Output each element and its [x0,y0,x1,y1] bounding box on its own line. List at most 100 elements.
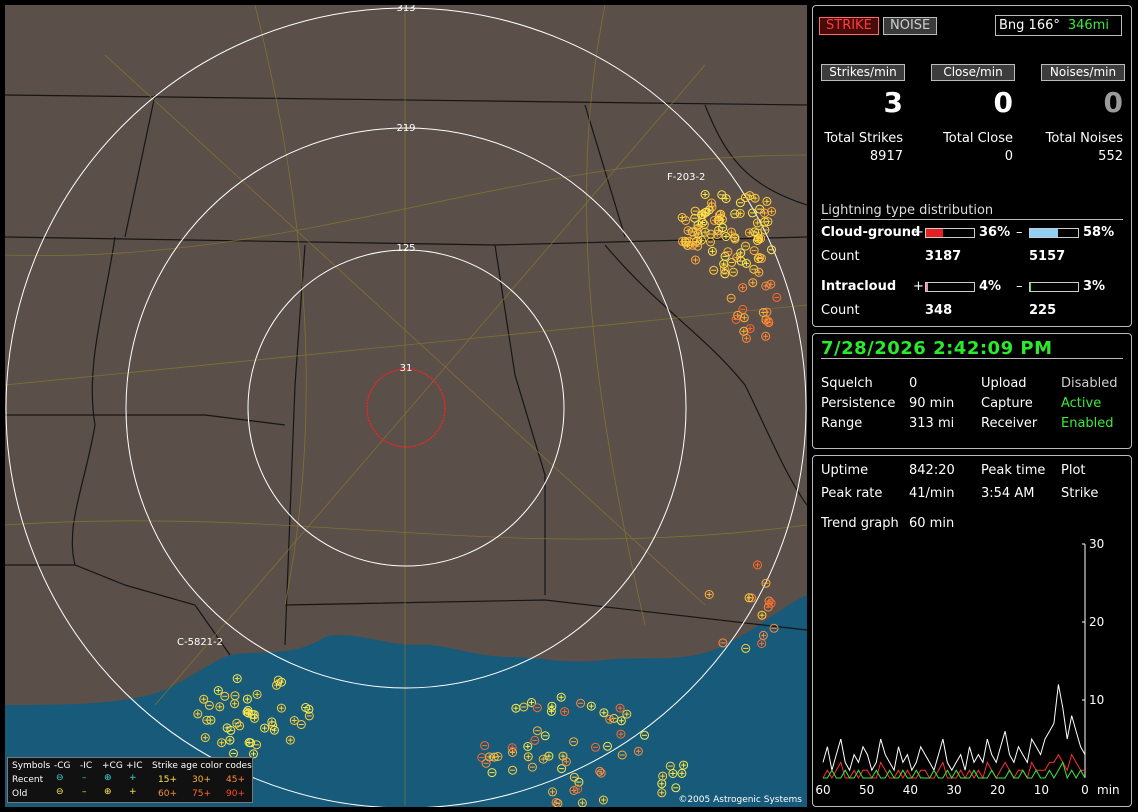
distance-value: 346mi [1067,18,1109,33]
distribution-divider [821,219,1123,220]
trend-x-tick-label: 20 [990,783,1005,797]
total-close-value: 0 [1004,149,1013,164]
total-close-label: Total Close [943,131,1013,146]
trend-x-tick-label: 30 [946,783,961,797]
cg-count-label: Count [821,249,860,264]
status-panel: STRIKE NOISE Bng 166° 346mi Strikes/min C… [812,5,1132,327]
legend-header-neg-ic: -IC [80,761,93,771]
strike-marker-sign [723,234,729,239]
cg-negative-bar [1029,228,1079,238]
noises-per-min-value: 0 [1103,86,1123,119]
peak-rate-label: Peak rate [821,486,883,501]
range-label: Range [821,416,863,431]
ic-negative-count: 225 [1029,303,1057,318]
cg-negative-sign: – [1016,225,1023,240]
plot-value[interactable]: Strike [1061,486,1098,501]
storm-label-f203[interactable]: F-203-2 [667,172,705,183]
range-label-219: 219 [396,123,415,134]
close-per-min-label: Close/min [931,64,1015,81]
noise-mode-button[interactable]: NOISE [883,17,938,35]
strike-map[interactable]: 313 219 125 31 F-203-2 C-5821-2 ©2005 As… [5,5,807,807]
current-datetime: 7/28/2026 2:42:09 PM [821,338,1053,359]
strike-marker-sign [741,328,747,334]
squelch-label: Squelch [821,376,873,391]
capture-value: Active [1061,396,1102,411]
receiver-value: Enabled [1061,416,1114,431]
strike-mode-button[interactable]: STRIKE [819,17,879,35]
ic-positive-bar [925,282,975,292]
intracloud-label: Intracloud [821,279,897,294]
strike-marker-sign [723,196,729,202]
settings-panel: 7/28/2026 2:42:09 PM Squelch 0 Persisten… [812,333,1132,449]
strike-marker-sign [769,209,775,214]
trend-graph-value[interactable]: 60 min [909,516,954,531]
legend-age-60: 60+ [158,789,177,799]
legend-header-pos-cg: +CG [102,761,123,771]
noises-per-min-label: Noises/min [1041,64,1125,81]
ic-positive-sign: + [913,279,924,294]
uptime-label: Uptime [821,463,869,478]
legend-symbols-label: Symbols [12,761,51,771]
cg-positive-bar [925,228,975,238]
stats-panel: Uptime 842:20 Peak time Plot Peak rate 4… [812,455,1132,807]
strike-marker-sign [706,592,712,597]
strike-marker-sign [763,283,769,289]
legend-pos-cg-old-icon: ⊕ [104,787,112,797]
legend-pos-cg-recent-icon: ⊕ [104,773,112,783]
datetime-divider [821,358,1123,359]
range-label-125: 125 [396,243,415,254]
ic-negative-bar [1029,282,1079,292]
cg-negative-count: 5157 [1029,249,1066,264]
legend-neg-ic-old-icon: – [82,787,87,797]
legend-age-90: 90+ [226,789,245,799]
storm-label-c5821[interactable]: C-5821-2 [177,637,223,648]
legend-neg-cg-old-icon: ⊖ [56,787,64,797]
upload-label: Upload [981,376,1027,391]
trend-series-0 [822,684,1086,772]
legend-pos-ic-recent-icon: + [129,773,137,783]
strike-marker-sign [741,315,747,321]
strike-marker-sign [746,595,752,601]
persistence-value: 90 min [909,396,955,411]
strike-marker-sign [679,215,685,220]
legend-pos-ic-old-icon: + [129,787,137,797]
ic-positive-pct: 4% [979,279,1002,294]
trend-series-2 [823,761,1086,780]
map-canvas[interactable]: 313 219 125 31 F-203-2 C-5821-2 ©2005 As… [5,5,807,807]
strike-marker-sign [759,612,765,618]
trend-x-tick-label: 60 [815,783,830,797]
trend-x-tick-label: 50 [859,783,874,797]
strike-marker-sign [763,333,769,339]
strike-marker-sign [693,257,698,263]
trend-x-unit: min [1097,783,1120,797]
trend-y-tick-label: 10 [1089,693,1104,707]
trend-x-tick-label: 0 [1081,783,1089,797]
legend: Symbols -CG -IC +CG +IC Strike age color… [7,757,253,803]
legend-header-pos-ic: +IC [126,761,143,771]
strikes-per-min-label: Strikes/min [821,64,905,81]
receiver-label: Receiver [981,416,1038,431]
cloud-ground-label: Cloud-ground [821,225,921,240]
total-strikes-label: Total Strikes [824,131,903,146]
cg-positive-sign: + [913,225,924,240]
trend-x-tick-label: 10 [1034,783,1049,797]
legend-neg-cg-recent-icon: ⊖ [56,773,64,783]
total-strikes-value: 8917 [869,149,903,164]
bearing-value: Bng 166° [999,18,1060,33]
cg-positive-count: 3187 [925,249,962,264]
uptime-value: 842:20 [909,463,955,478]
peak-rate-value: 41/min [909,486,955,501]
trend-graph-label: Trend graph [821,516,899,531]
trend-y-tick-label: 30 [1089,537,1104,551]
strike-marker-sign [702,192,708,197]
ic-negative-pct: 3% [1083,279,1106,294]
peak-time-value: 3:54 AM [981,486,1035,501]
close-range-ring [366,368,446,448]
range-value: 313 mi [909,416,955,431]
distribution-title: Lightning type distribution [821,203,994,218]
strike-marker-sign [743,260,749,266]
cg-positive-pct: 36% [979,225,1011,240]
legend-age-75: 75+ [192,789,211,799]
legend-age-title: Strike age color codes [152,761,252,771]
strike-marker-sign [750,280,756,286]
